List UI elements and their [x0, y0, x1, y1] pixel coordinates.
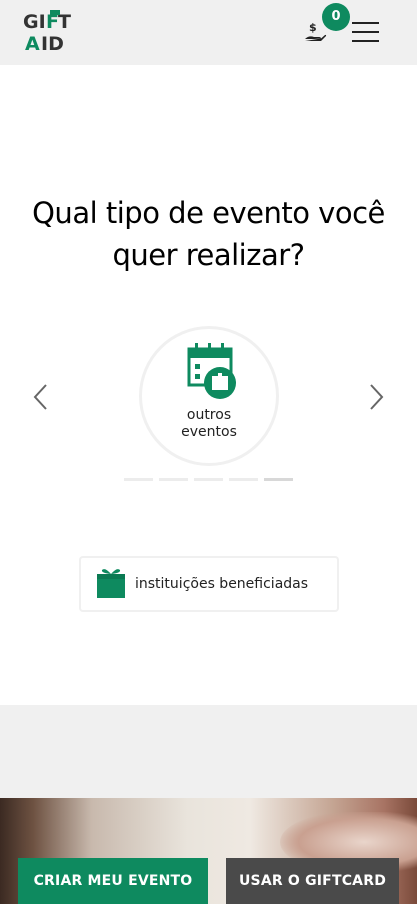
svg-text:$: $ [309, 21, 317, 34]
institutions-button[interactable]: instituições beneficiadas [81, 558, 337, 610]
section-divider [0, 705, 417, 798]
carousel-prev-arrow-icon[interactable] [31, 382, 51, 412]
carousel-dot-active[interactable] [264, 478, 293, 481]
page-question: Qual tipo de evento você quer realizar? [32, 196, 385, 272]
donation-count-badge[interactable]: 0 [322, 3, 350, 31]
create-event-button[interactable]: CRIAR MEU EVENTO [18, 858, 208, 904]
institutions-button-label: instituições beneficiadas [135, 576, 309, 592]
svg-text:GI: GI [23, 11, 46, 33]
event-type-label: outros eventos [181, 407, 237, 440]
logo-mark: GI F T A ID [23, 10, 71, 55]
hamburger-menu-icon[interactable] [352, 22, 379, 42]
carousel-dot[interactable] [194, 478, 223, 481]
carousel-dot[interactable] [229, 478, 258, 481]
giftaid-logo[interactable]: GI F T A ID [23, 10, 83, 55]
carousel-dot[interactable] [124, 478, 153, 481]
gift-icon [96, 567, 126, 599]
svg-text:ID: ID [41, 33, 64, 54]
header: GI F T A ID $ 0 [0, 0, 417, 65]
use-giftcard-button[interactable]: USAR O GIFTCARD [226, 858, 399, 904]
carousel-pagination [124, 478, 294, 481]
calendar-gift-icon [187, 343, 237, 401]
svg-text:A: A [25, 33, 40, 54]
carousel-next-arrow-icon[interactable] [366, 382, 386, 412]
carousel-dot[interactable] [159, 478, 188, 481]
event-type-option[interactable]: outros eventos [142, 329, 276, 463]
